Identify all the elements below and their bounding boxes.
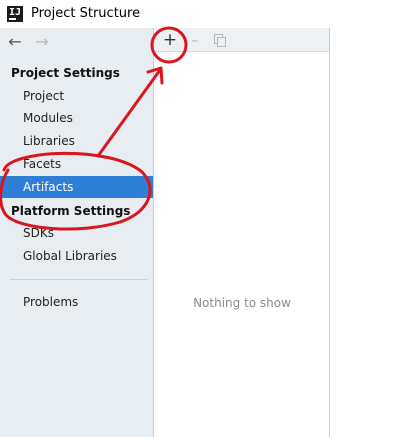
app-icon-letters: IJ [9,7,22,18]
sidebar-item-artifacts[interactable]: Artifacts [0,176,153,198]
sidebar-item-facets[interactable]: Facets [0,153,153,175]
minus-icon[interactable]: – [185,30,205,50]
navigation-row: ← → [0,28,153,56]
sidebar-item-global-libraries[interactable]: Global Libraries [0,245,153,267]
sidebar-divider [10,279,148,280]
sidebar-item-libraries[interactable]: Libraries [0,130,153,152]
title-bar: IJ Project Structure [0,0,409,28]
project-settings-header: Project Settings [11,66,120,80]
arrow-left-icon[interactable]: ← [6,32,24,52]
intellij-app-icon: IJ [7,6,23,22]
sidebar-item-project[interactable]: Project [0,85,153,107]
platform-settings-header: Platform Settings [11,204,131,218]
plus-icon[interactable]: + [160,30,180,50]
artifacts-toolbar: + – [155,28,329,52]
empty-state-message: Nothing to show [193,296,291,310]
project-structure-window: IJ Project Structure ← → Project Setting… [0,0,409,437]
sidebar: ← → Project Settings Project Modules Lib… [0,28,154,437]
window-title: Project Structure [31,6,141,21]
details-panel [330,28,409,437]
sidebar-item-sdks[interactable]: SDKs [0,222,153,244]
copy-icon[interactable] [210,30,230,50]
arrow-right-icon[interactable]: → [33,32,51,52]
artifacts-list[interactable]: Nothing to show [155,52,329,437]
sidebar-item-problems[interactable]: Problems [0,291,153,313]
sidebar-item-modules[interactable]: Modules [0,107,153,129]
